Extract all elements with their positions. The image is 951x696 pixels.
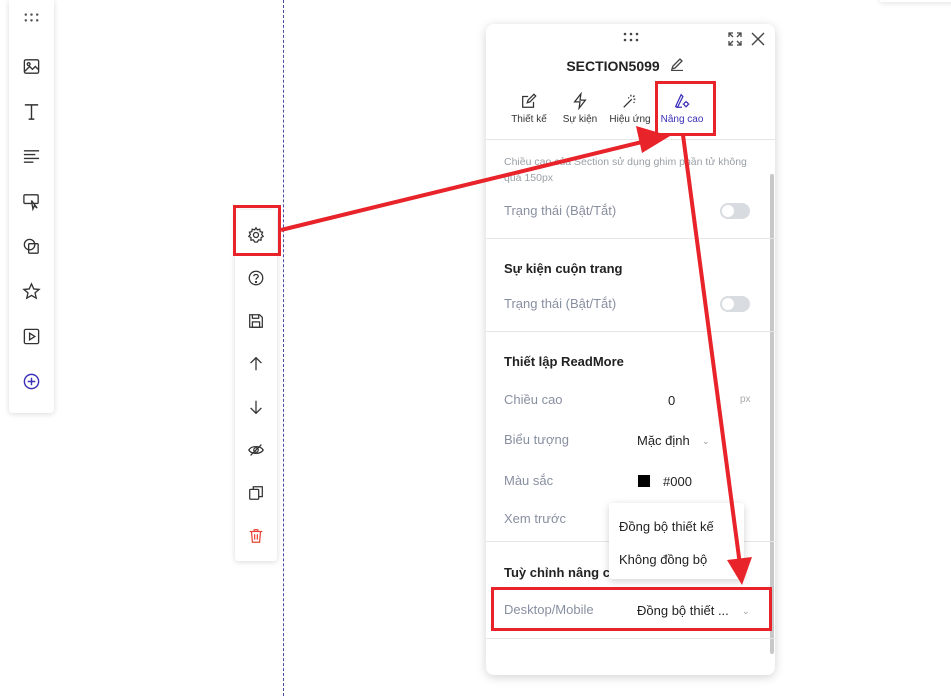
tab-events-label: Sự kiện	[562, 114, 598, 125]
scroll-status-toggle[interactable]	[720, 296, 750, 312]
section-height-note: Chiều cao của Section sử dụng ghim phần …	[504, 156, 747, 184]
height-input[interactable]: 0	[668, 393, 675, 408]
annotation-box-settings	[233, 205, 281, 256]
status-label: Trạng thái (Bật/Tắt)	[504, 203, 617, 218]
section-toolbar	[235, 210, 277, 561]
annotation-arrows	[280, 126, 752, 585]
divider	[486, 331, 775, 332]
tab-events[interactable]: Sự kiện	[559, 92, 601, 136]
arrow-down-icon[interactable]	[245, 396, 267, 418]
tab-design[interactable]: Thiết kế	[508, 92, 550, 136]
left-element-toolbar	[9, 0, 54, 413]
height-unit: px	[740, 394, 751, 405]
add-element-icon[interactable]	[19, 369, 44, 394]
drag-handle-icon[interactable]	[19, 5, 44, 30]
panel-title: SECTION5099	[566, 58, 660, 74]
color-swatch[interactable]	[638, 475, 650, 487]
divider	[486, 238, 775, 239]
color-value[interactable]: #000	[663, 474, 692, 489]
video-icon[interactable]	[19, 324, 44, 349]
scroll-event-heading: Sự kiện cuộn trang	[504, 261, 623, 276]
save-icon[interactable]	[245, 310, 267, 332]
rename-pencil-icon[interactable]	[670, 57, 684, 71]
color-label: Màu sắc	[504, 473, 554, 488]
arrow-up-icon[interactable]	[245, 353, 267, 375]
editor-stage: SECTION5099 Thiết kế Sự kiện Hiệu ứng Nâ…	[0, 0, 951, 696]
panel-scrollbar[interactable]	[770, 174, 774, 654]
chevron-down-icon: ⌄	[702, 436, 710, 446]
panel-drag-icon[interactable]	[622, 32, 640, 42]
divider	[486, 638, 775, 639]
help-icon[interactable]	[245, 267, 267, 289]
duplicate-icon[interactable]	[245, 482, 267, 504]
shape-icon[interactable]	[19, 234, 44, 259]
image-icon[interactable]	[19, 54, 44, 79]
star-icon[interactable]	[19, 279, 44, 304]
button-element-icon[interactable]	[19, 189, 44, 214]
device-dropdown-menu: Đồng bộ thiết kế Không đồng bộ	[609, 503, 744, 579]
tab-effects-label: Hiệu ứng	[609, 114, 651, 125]
delete-icon[interactable]	[245, 525, 267, 547]
tab-effects[interactable]: Hiệu ứng	[608, 92, 652, 136]
dropdown-option-sync[interactable]: Đồng bộ thiết kế	[619, 519, 714, 534]
icon-select[interactable]: Mặc định	[637, 433, 690, 448]
section-guide-line	[283, 0, 284, 696]
lightning-icon	[573, 92, 587, 110]
preview-label: Xem trước	[504, 511, 567, 526]
expand-icon[interactable]	[728, 32, 742, 46]
close-icon[interactable]	[751, 32, 765, 46]
magic-wand-icon	[623, 94, 636, 108]
top-edge-element	[880, 0, 951, 2]
readmore-heading: Thiết lập ReadMore	[504, 354, 624, 369]
tabs-divider	[486, 139, 775, 140]
icon-label: Biểu tượng	[504, 432, 569, 447]
dropdown-option-no-sync[interactable]: Không đồng bộ	[619, 552, 707, 567]
paragraph-icon[interactable]	[19, 144, 44, 169]
status-toggle[interactable]	[720, 203, 750, 219]
annotation-box-device-row	[491, 587, 772, 631]
hide-icon[interactable]	[245, 439, 267, 461]
height-label: Chiều cao	[504, 392, 563, 407]
text-icon[interactable]	[19, 99, 44, 124]
scroll-status-label: Trạng thái (Bật/Tắt)	[504, 296, 617, 311]
edit-icon	[522, 93, 537, 108]
tab-design-label: Thiết kế	[511, 114, 547, 125]
annotation-box-advanced-tab	[655, 81, 716, 136]
advanced-heading: Tuỳ chỉnh nâng ca	[504, 565, 618, 580]
